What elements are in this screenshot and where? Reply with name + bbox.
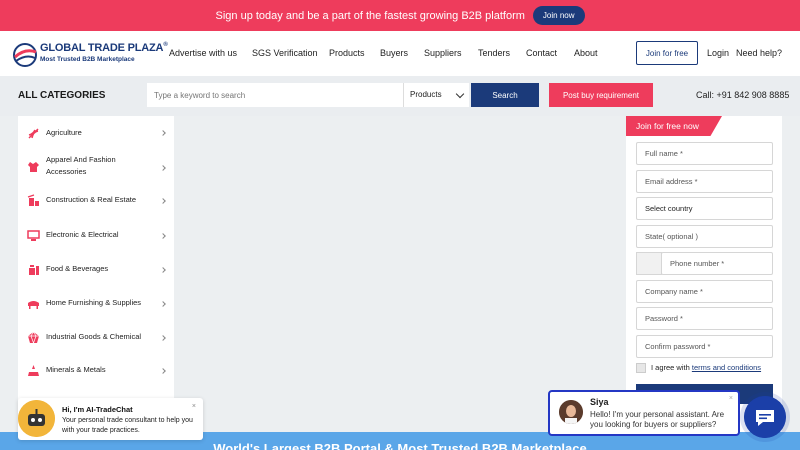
bottom-banner-text: World's Largest B2B Portal & Most Truste… (213, 441, 587, 450)
close-icon[interactable]: × (192, 403, 196, 410)
email-field[interactable]: Email address * (636, 170, 773, 193)
country-select[interactable]: Select country (636, 197, 773, 220)
company-field[interactable]: Company name * (636, 280, 773, 303)
category-label: Industrial Goods & Chemical (46, 332, 142, 341)
search-button[interactable]: Search (471, 83, 539, 107)
agree-text: I agree with terms and conditions (651, 363, 762, 372)
confirm-password-field[interactable]: Confirm password * (636, 335, 773, 358)
minerals-icon (28, 365, 39, 376)
apparel-icon (28, 162, 39, 172)
assistant-name: Siya (590, 397, 609, 407)
category-item[interactable]: Food & Beverages (18, 252, 174, 286)
chevron-right-icon (160, 198, 166, 204)
construction-icon (27, 194, 39, 206)
category-item[interactable]: Apparel And Fashion Accessories (18, 150, 174, 184)
logo[interactable]: GLOBAL TRADE PLAZA® Most Trusted B2B Mar… (12, 40, 168, 68)
nav-advertise[interactable]: Advertise with us (169, 48, 237, 58)
category-label: Construction & Real Estate (46, 195, 137, 204)
nav-about[interactable]: About (574, 48, 598, 58)
chevron-right-icon (160, 233, 166, 239)
search-scope-select[interactable]: Products (403, 83, 469, 107)
category-label: Home Furnishing & Supplies (46, 298, 142, 307)
call-number[interactable]: Call: +91 842 908 8885 (696, 90, 789, 100)
agree-checkbox[interactable] (636, 363, 646, 373)
nav-sgs-verification[interactable]: SGS Verification (252, 48, 318, 58)
category-item[interactable]: Minerals & Metals (18, 354, 174, 388)
siya-chat-bubble[interactable]: Siya Hello! I'm your personal assistant.… (548, 390, 740, 436)
category-item[interactable]: Agriculture (18, 116, 174, 150)
assistant-message: Hello! I'm your personal assistant. Are … (590, 410, 725, 429)
ai-chat-title: Hi, I'm AI-TradeChat (62, 405, 133, 414)
category-label: Apparel And Fashion Accessories (46, 155, 116, 176)
promo-banner: Sign up today and be a part of the faste… (0, 0, 800, 31)
all-categories-title[interactable]: ALL CATEGORIES (18, 90, 105, 101)
category-label: Electronic & Electrical (46, 230, 119, 239)
category-item[interactable]: Industrial Goods & Chemical (18, 320, 174, 354)
nav-contact[interactable]: Contact (526, 48, 557, 58)
nav-buyers[interactable]: Buyers (380, 48, 408, 58)
industrial-icon (28, 331, 39, 344)
chevron-right-icon (160, 267, 166, 273)
category-item[interactable]: Home Furnishing & Supplies (18, 286, 174, 320)
category-label: Agriculture (46, 128, 82, 137)
phone-country-code[interactable] (636, 252, 662, 275)
category-item[interactable]: Construction & Real Estate (18, 184, 174, 218)
site-header: GLOBAL TRADE PLAZA® Most Trusted B2B Mar… (0, 31, 800, 76)
chevron-right-icon (160, 301, 166, 307)
help-link[interactable]: Need help? (736, 48, 782, 58)
terms-link[interactable]: terms and conditions (692, 363, 761, 372)
nav-products[interactable]: Products (329, 48, 365, 58)
full-name-field[interactable]: Full name * (636, 142, 773, 165)
login-link[interactable]: Login (707, 48, 729, 58)
logo-name: GLOBAL TRADE PLAZA® (40, 42, 168, 54)
furnishing-icon (28, 301, 39, 309)
globe-logo-icon (13, 43, 37, 67)
category-item[interactable]: Electronic & Electrical (18, 218, 174, 252)
category-label: Food & Beverages (46, 264, 109, 273)
robot-icon (18, 400, 55, 437)
post-buy-requirement-button[interactable]: Post buy requirement (549, 83, 653, 107)
join-for-free-button[interactable]: Join for free (636, 41, 698, 65)
ai-chat-body: Your personal trade consultant to help y… (62, 417, 193, 434)
chevron-right-icon (160, 130, 166, 136)
search-input[interactable] (147, 83, 403, 107)
chevron-right-icon (160, 165, 166, 171)
electronics-icon (27, 230, 40, 241)
search-scope-value: Products (410, 90, 442, 99)
nav-suppliers[interactable]: Suppliers (424, 48, 462, 58)
nav-tenders[interactable]: Tenders (478, 48, 510, 58)
promo-text: Sign up today and be a part of the faste… (215, 9, 525, 22)
chevron-down-icon (455, 89, 465, 99)
phone-field[interactable]: Phone number * (661, 252, 773, 275)
agriculture-icon (28, 128, 39, 139)
chevron-right-icon (160, 368, 166, 374)
assistant-avatar (559, 400, 583, 424)
form-ribbon: Join for free now (626, 116, 722, 136)
state-field[interactable]: State( optional ) (636, 225, 773, 248)
join-now-button[interactable]: Join now (532, 6, 585, 25)
food-icon (29, 265, 39, 275)
category-label: Minerals & Metals (46, 365, 106, 374)
chat-icon[interactable] (744, 396, 786, 438)
password-field[interactable]: Password * (636, 307, 773, 330)
search-bar-row: ALL CATEGORIES Products Search Post buy … (0, 76, 800, 116)
chevron-right-icon (160, 335, 166, 341)
close-icon[interactable]: × (729, 395, 733, 402)
ai-tradechat-popup[interactable]: Hi, I'm AI-TradeChat Your personal trade… (18, 398, 203, 440)
logo-tagline: Most Trusted B2B Marketplace (40, 56, 135, 63)
